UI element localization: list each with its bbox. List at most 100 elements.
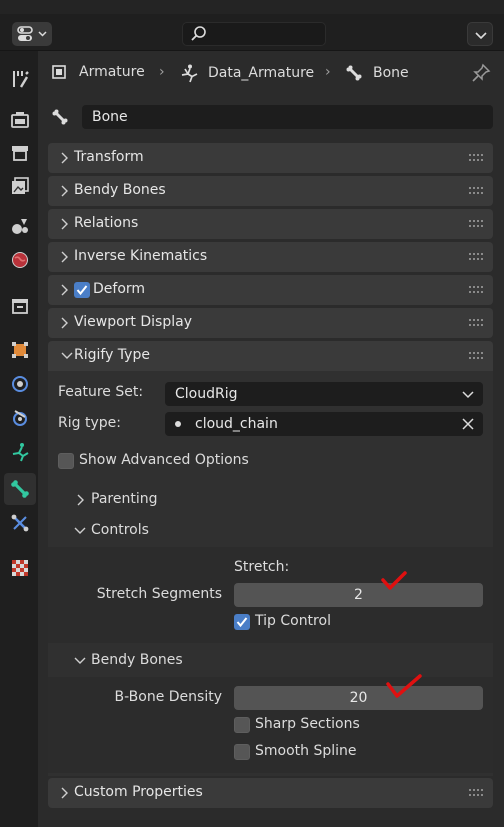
breadcrumb-bone[interactable]: Bone [344, 63, 409, 83]
stretch-segments-field[interactable]: 2 [234, 583, 483, 607]
chevron-down-icon [462, 391, 474, 399]
rig-type-label: Rig type: [58, 415, 121, 431]
header-bar [0, 0, 504, 51]
drag-handle-icon[interactable] [469, 286, 485, 294]
search-icon [191, 26, 206, 41]
section-transform[interactable]: Transform [48, 143, 493, 173]
tab-scene[interactable] [4, 210, 36, 242]
section-deform[interactable]: Deform [48, 275, 493, 305]
show-advanced-label: Show Advanced Options [79, 452, 249, 468]
tab-modifiers[interactable] [4, 368, 36, 400]
rig-type-value: cloud_chain [195, 416, 278, 432]
options-dropdown-button[interactable] [467, 22, 493, 46]
breadcrumb: Armature › Data_Armature › Bone [38, 55, 504, 91]
smooth-spline-label: Smooth Spline [255, 743, 357, 759]
section-label: Deform [93, 281, 146, 297]
smooth-spline-checkbox[interactable] [234, 744, 250, 760]
output-icon [12, 146, 28, 161]
section-label: Viewport Display [74, 314, 192, 330]
breadcrumb-separator: › [325, 64, 331, 80]
breadcrumb-data-armature[interactable]: Data_Armature [179, 63, 314, 83]
sharp-sections-label: Sharp Sections [255, 716, 360, 732]
tab-world[interactable] [4, 244, 36, 276]
object-icon [12, 342, 28, 358]
tab-tool[interactable] [4, 63, 36, 95]
sharp-sections-checkbox[interactable] [234, 717, 250, 733]
breadcrumb-armature[interactable]: Armature [50, 63, 145, 81]
section-label: Inverse Kinematics [74, 248, 208, 264]
render-icon [11, 112, 29, 128]
annotation-checkmark-icon [386, 674, 422, 698]
tab-texture[interactable] [4, 552, 36, 584]
clear-x-icon[interactable] [461, 417, 475, 431]
tab-bone-constraints[interactable] [4, 507, 36, 539]
bendy-bones-sub-label: Bendy Bones [91, 652, 183, 668]
tip-control-label: Tip Control [255, 613, 331, 629]
world-icon [12, 252, 28, 268]
bone-icon [11, 480, 29, 498]
chevron-right-icon [61, 317, 68, 329]
tab-output[interactable] [4, 137, 36, 169]
collection-icon [12, 299, 28, 314]
rig-type-search-field[interactable]: cloud_chain [165, 412, 483, 436]
chevron-right-icon [61, 251, 68, 263]
bone-icon [52, 109, 68, 125]
subpanel-controls[interactable]: Controls [48, 517, 493, 545]
bone-name-row: Bone [38, 103, 504, 131]
feature-set-value: CloudRig [175, 386, 238, 402]
chevron-right-icon [61, 185, 68, 197]
drag-handle-icon[interactable] [469, 220, 485, 228]
parenting-label: Parenting [91, 491, 158, 507]
drag-handle-icon[interactable] [469, 187, 485, 195]
chevron-down-icon [475, 32, 487, 40]
breadcrumb-separator: › [159, 64, 165, 80]
section-viewport-display[interactable]: Viewport Display [48, 308, 493, 338]
drag-handle-icon[interactable] [469, 253, 485, 261]
chevron-right-icon [61, 284, 68, 296]
bone-constraint-icon [11, 514, 29, 532]
feature-set-dropdown[interactable]: CloudRig [165, 382, 483, 406]
tab-object[interactable] [4, 334, 36, 366]
physics-icon [13, 410, 27, 426]
drag-handle-icon[interactable] [469, 789, 485, 797]
tab-physics[interactable] [4, 402, 36, 434]
editor-type-button[interactable] [12, 22, 52, 46]
section-inverse-kinematics[interactable]: Inverse Kinematics [48, 242, 493, 272]
armature-data-icon [12, 443, 29, 462]
tab-view-layer[interactable] [4, 170, 36, 202]
deform-checkbox[interactable] [74, 282, 90, 298]
pin-button[interactable] [470, 62, 492, 88]
chevron-right-icon [61, 152, 68, 164]
drag-handle-icon[interactable] [469, 352, 485, 360]
section-bendy-bones[interactable]: Bendy Bones [48, 176, 493, 206]
show-advanced-checkbox[interactable] [58, 453, 74, 469]
search-input[interactable] [182, 22, 326, 46]
section-relations[interactable]: Relations [48, 209, 493, 239]
tab-render[interactable] [4, 104, 36, 136]
properties-tabs [0, 51, 38, 827]
section-rigify-type[interactable]: Rigify Type [48, 341, 493, 371]
section-label: Transform [74, 149, 144, 165]
editor-type-icon [17, 26, 47, 41]
section-label: Rigify Type [74, 347, 150, 363]
subpanel-parenting[interactable]: Parenting [48, 486, 493, 514]
bbone-density-field[interactable]: 20 [234, 686, 483, 710]
section-custom-properties[interactable]: Custom Properties [48, 778, 493, 808]
scene-icon [12, 219, 28, 234]
drag-handle-icon[interactable] [469, 154, 485, 162]
tip-control-checkbox[interactable] [234, 614, 250, 630]
drag-handle-icon[interactable] [469, 319, 485, 327]
tab-collection[interactable] [4, 290, 36, 322]
chevron-down-icon [74, 657, 86, 664]
bone-name-field[interactable]: Bone [82, 105, 493, 129]
stretch-header: Stretch: [234, 559, 290, 575]
tab-object-data[interactable] [4, 436, 36, 468]
texture-checker-icon [12, 560, 28, 576]
chevron-down-icon [61, 352, 73, 359]
annotation-checkmark-icon [381, 571, 407, 590]
bbone-density-label: B-Bone Density [114, 689, 223, 705]
breadcrumb-data-armature-label: Data_Armature [208, 65, 315, 81]
subpanel-bendy-bones[interactable]: Bendy Bones [48, 647, 493, 675]
tool-icon [13, 71, 29, 88]
tab-bone[interactable] [4, 473, 36, 505]
